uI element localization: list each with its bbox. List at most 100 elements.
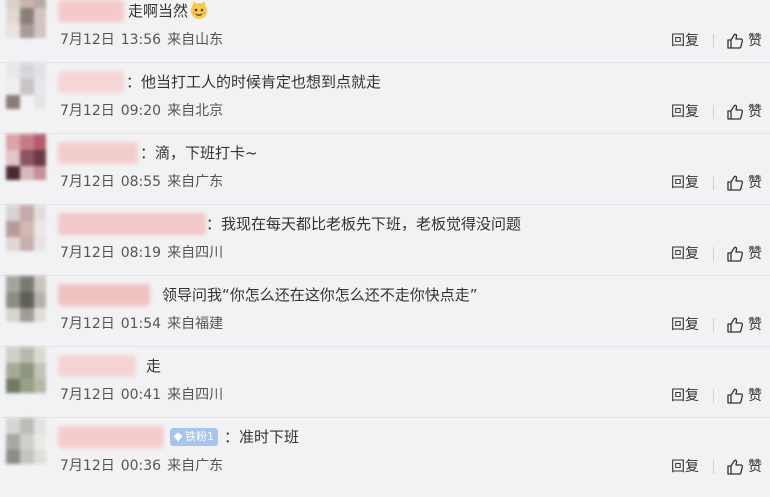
comment-meta: 7月12日 08:55 来自广东 xyxy=(60,172,229,192)
comment-body: ：他当打工人的时候肯定也想到点就走 xyxy=(126,73,382,91)
avatar-mosaic-tile xyxy=(20,363,34,379)
like-label: 赞 xyxy=(748,246,762,262)
comment-location: 来自四川 xyxy=(167,245,224,261)
comment-body: 走啊当然 xyxy=(128,2,189,20)
avatar-mosaic-tile xyxy=(34,418,46,434)
avatar-mosaic-tile xyxy=(6,205,20,221)
like-button[interactable]: 赞 xyxy=(726,243,762,265)
username-blurred[interactable] xyxy=(58,426,164,448)
fan-badge[interactable]: 铁粉1 xyxy=(170,428,218,446)
thumbs-up-icon xyxy=(727,33,744,49)
thumbs-up-icon xyxy=(727,246,744,262)
username-blurred[interactable] xyxy=(58,284,150,306)
avatar-mosaic-tile xyxy=(6,0,20,8)
reply-button[interactable]: 回复 xyxy=(671,456,699,478)
avatar-mosaic-tile xyxy=(34,292,46,308)
comment-meta: 7月12日 08:19 来自四川 xyxy=(60,243,229,263)
comment-time: 00:41 xyxy=(120,387,162,403)
comment-time: 09:20 xyxy=(120,103,162,119)
avatar-mosaic-tile xyxy=(6,150,20,166)
avatar-mosaic-tile xyxy=(20,150,34,166)
avatar-mosaic-tile xyxy=(20,308,34,322)
comment-body: ：我现在每天都比老板先下班，老板觉得没问题 xyxy=(206,215,522,233)
fan-badge-label: 铁粉1 xyxy=(185,430,214,443)
thumbs-up-icon xyxy=(727,104,744,120)
thumbs-up-icon xyxy=(727,459,744,475)
reply-button[interactable]: 回复 xyxy=(671,172,699,194)
comment-text: 领导问我“你怎么还在这你怎么还不走你快点走” xyxy=(162,284,478,306)
comment-meta: 7月12日 01:54 来自福建 xyxy=(60,314,229,334)
avatar-mosaic-tile xyxy=(6,347,20,363)
reply-button[interactable]: 回复 xyxy=(671,243,699,265)
username-blurred[interactable] xyxy=(58,355,136,377)
avatar-mosaic-tile xyxy=(20,95,34,109)
avatar-mosaic-tile xyxy=(34,0,46,8)
cat-face-emoji-icon xyxy=(191,1,208,19)
comment-date: 7月12日 xyxy=(60,103,115,119)
avatar[interactable] xyxy=(6,0,46,38)
like-button[interactable]: 赞 xyxy=(726,456,762,478)
like-button[interactable]: 赞 xyxy=(726,385,762,407)
username-blurred[interactable] xyxy=(58,213,206,235)
comment-meta: 7月12日 13:56 来自山东 xyxy=(60,30,229,50)
avatar-mosaic-tile xyxy=(20,221,34,237)
username-blurred[interactable] xyxy=(58,142,138,164)
avatar[interactable] xyxy=(6,134,46,180)
comment-date: 7月12日 xyxy=(60,32,115,48)
avatar-mosaic-tile xyxy=(6,363,20,379)
avatar[interactable] xyxy=(6,418,46,464)
avatar-mosaic-tile xyxy=(6,134,20,150)
comment-date: 7月12日 xyxy=(60,316,115,332)
comment-actions: 回复 赞 xyxy=(671,385,762,407)
comment-date: 7月12日 xyxy=(60,174,115,190)
avatar-mosaic-tile xyxy=(20,166,34,180)
comment-time: 13:56 xyxy=(120,32,162,48)
comment-meta: 7月12日 09:20 来自北京 xyxy=(60,101,229,121)
comment-item: 走 7月12日 00:41 来自四川 回复 赞 xyxy=(0,347,770,418)
reply-button[interactable]: 回复 xyxy=(671,101,699,123)
comment-actions: 回复 赞 xyxy=(671,243,762,265)
avatar[interactable] xyxy=(6,205,46,251)
username-blurred[interactable] xyxy=(58,71,124,93)
avatar-mosaic-tile xyxy=(6,166,20,180)
comment-text: ：他当打工人的时候肯定也想到点就走 xyxy=(126,71,381,93)
avatar-mosaic-tile xyxy=(34,205,46,221)
divider xyxy=(713,34,714,48)
divider xyxy=(713,247,714,261)
thumbs-up-icon xyxy=(727,175,744,191)
avatar[interactable] xyxy=(6,63,46,109)
like-button[interactable]: 赞 xyxy=(726,314,762,336)
avatar-mosaic-tile xyxy=(6,237,20,251)
comment-location: 来自广东 xyxy=(167,458,224,474)
comment-item: 领导问我“你怎么还在这你怎么还不走你快点走” 7月12日 01:54 来自福建 回复… xyxy=(0,276,770,347)
reply-button[interactable]: 回复 xyxy=(671,385,699,407)
comment-item: ：他当打工人的时候肯定也想到点就走 7月12日 09:20 来自北京 回复 赞 xyxy=(0,63,770,134)
username-blurred[interactable] xyxy=(58,0,124,22)
comment-location: 来自广东 xyxy=(167,174,224,190)
like-label: 赞 xyxy=(748,175,762,191)
avatar-mosaic-tile xyxy=(20,292,34,308)
avatar[interactable] xyxy=(6,276,46,322)
comment-time: 00:36 xyxy=(120,458,162,474)
avatar-mosaic-tile xyxy=(6,292,20,308)
like-button[interactable]: 赞 xyxy=(726,30,762,52)
like-button[interactable]: 赞 xyxy=(726,172,762,194)
avatar-mosaic-tile xyxy=(34,347,46,363)
avatar-mosaic-tile xyxy=(20,0,34,8)
avatar-mosaic-tile xyxy=(34,24,46,38)
avatar-mosaic-tile xyxy=(6,79,20,95)
avatar[interactable] xyxy=(6,347,46,393)
comment-time: 08:19 xyxy=(120,245,162,261)
avatar-mosaic-tile xyxy=(6,276,20,292)
divider xyxy=(713,460,714,474)
like-label: 赞 xyxy=(748,317,762,333)
avatar-mosaic-tile xyxy=(20,276,34,292)
like-button[interactable]: 赞 xyxy=(726,101,762,123)
reply-button[interactable]: 回复 xyxy=(671,30,699,52)
reply-button[interactable]: 回复 xyxy=(671,314,699,336)
avatar-mosaic-tile xyxy=(20,418,34,434)
comment-text: ：我现在每天都比老板先下班，老板觉得没问题 xyxy=(206,213,521,235)
avatar-mosaic-tile xyxy=(34,95,46,109)
comment-time: 08:55 xyxy=(120,174,162,190)
avatar-mosaic-tile xyxy=(34,79,46,95)
